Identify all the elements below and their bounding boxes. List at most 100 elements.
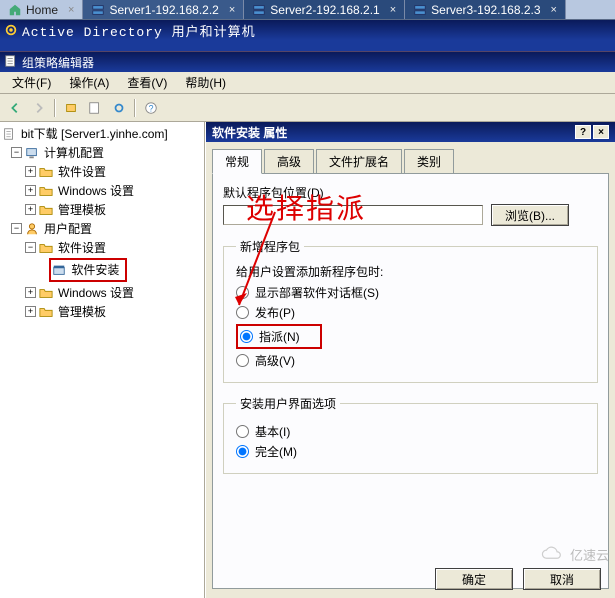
help-button[interactable]: ? — [575, 125, 591, 139]
group-ui-options: 安装用户界面选项 基本(I) 完全(M) — [223, 395, 598, 474]
menu-view[interactable]: 查看(V) — [119, 72, 175, 93]
radio-publish-row[interactable]: 发布(P) — [236, 304, 585, 321]
tree-admin-templates-2[interactable]: + 管理模板 — [2, 302, 202, 321]
help-button[interactable]: ? — [140, 97, 162, 119]
radio-advanced-row[interactable]: 高级(V) — [236, 352, 585, 369]
radio-show-dialog[interactable] — [236, 286, 249, 299]
back-button[interactable] — [4, 97, 26, 119]
close-icon[interactable]: × — [68, 4, 74, 16]
close-icon[interactable]: × — [390, 4, 396, 16]
tree-computer-config[interactable]: − 计算机配置 — [2, 143, 202, 162]
menu-file[interactable]: 文件(F) — [4, 72, 59, 93]
ad-menu-placeholder — [0, 40, 615, 52]
editor-icon — [4, 54, 18, 71]
radio-basic-row[interactable]: 基本(I) — [236, 423, 585, 440]
refresh-button[interactable] — [108, 97, 130, 119]
tab-categories[interactable]: 类别 — [404, 149, 454, 174]
tree-windows-settings-1[interactable]: + Windows 设置 — [2, 181, 202, 200]
expand-icon[interactable]: + — [25, 204, 36, 215]
dialog-body: 默认程序包位置(D) 浏览(B)... 新增程序包 给用户设置添加新程序包时: … — [212, 173, 609, 589]
default-pkg-input[interactable] — [223, 205, 483, 225]
up-button[interactable] — [60, 97, 82, 119]
radio-advanced-label: 高级(V) — [255, 352, 295, 369]
tab-server3[interactable]: Server3-192.168.2.3 × — [405, 0, 566, 19]
radio-full-row[interactable]: 完全(M) — [236, 443, 585, 460]
tree-label: 计算机配置 — [42, 144, 106, 161]
expand-icon[interactable]: + — [25, 185, 36, 196]
tab-home[interactable]: Home × — [0, 0, 83, 19]
radio-basic[interactable] — [236, 425, 249, 438]
tab-server2[interactable]: Server2-192.168.2.1 × — [244, 0, 405, 19]
tree-label: 用户配置 — [42, 220, 94, 237]
tree-admin-templates-1[interactable]: + 管理模板 — [2, 200, 202, 219]
expand-icon[interactable]: + — [25, 166, 36, 177]
server-icon — [252, 3, 266, 17]
tab-server3-label: Server3-192.168.2.3 — [431, 3, 540, 17]
new-pkg-text: 给用户设置添加新程序包时: — [236, 263, 585, 280]
radio-full[interactable] — [236, 445, 249, 458]
tree-windows-settings-2[interactable]: + Windows 设置 — [2, 283, 202, 302]
radio-assign-row[interactable]: 指派(N) — [236, 324, 585, 349]
close-button[interactable]: × — [593, 125, 609, 139]
expand-icon[interactable]: + — [25, 287, 36, 298]
dialog-title-text: 软件安装 属性 — [212, 124, 287, 141]
tree-software-settings-1[interactable]: + 软件设置 — [2, 162, 202, 181]
dialog-title-bar[interactable]: 软件安装 属性 ? × — [206, 122, 615, 142]
tree-software-install[interactable]: 软件安装 — [2, 257, 202, 283]
folder-icon — [39, 203, 53, 217]
tree-label: Windows 设置 — [56, 284, 136, 301]
radio-advanced[interactable] — [236, 354, 249, 367]
dialog-area: 软件安装 属性 ? × 常规 高级 文件扩展名 类别 默认程序包位置(D) 浏览… — [205, 122, 615, 598]
folder-icon — [39, 241, 53, 255]
group-new-package: 新增程序包 给用户设置添加新程序包时: 显示部署软件对话框(S) 发布(P) 指… — [223, 238, 598, 383]
tree: bit下载 [Server1.yinhe.com] − 计算机配置 + 软件设置… — [2, 124, 202, 321]
default-pkg-label: 默认程序包位置(D) — [223, 184, 598, 201]
radio-publish[interactable] — [236, 306, 249, 319]
properties-button[interactable] — [84, 97, 106, 119]
cloud-icon — [540, 546, 566, 564]
collapse-icon[interactable]: − — [11, 223, 22, 234]
group-new-legend: 新增程序包 — [236, 238, 304, 255]
watermark-text: 亿速云 — [570, 545, 609, 564]
collapse-icon[interactable]: − — [25, 242, 36, 253]
menu-bar: 文件(F) 操作(A) 查看(V) 帮助(H) — [0, 72, 615, 94]
forward-button[interactable] — [28, 97, 50, 119]
group-ui-legend: 安装用户界面选项 — [236, 395, 340, 412]
tree-user-config[interactable]: − 用户配置 — [2, 219, 202, 238]
computer-icon — [25, 146, 39, 160]
tree-root[interactable]: bit下载 [Server1.yinhe.com] — [2, 124, 202, 143]
policy-icon — [2, 127, 16, 141]
toolbar: ? — [0, 94, 615, 122]
radio-assign[interactable] — [240, 330, 253, 343]
radio-show-dialog-row[interactable]: 显示部署软件对话框(S) — [236, 284, 585, 301]
tab-advanced[interactable]: 高级 — [264, 149, 314, 174]
gear-icon — [4, 23, 18, 37]
tab-server1-label: Server1-192.168.2.2 — [109, 3, 218, 17]
tree-panel[interactable]: bit下载 [Server1.yinhe.com] − 计算机配置 + 软件设置… — [0, 122, 205, 598]
workspace: bit下载 [Server1.yinhe.com] − 计算机配置 + 软件设置… — [0, 122, 615, 598]
tab-server1[interactable]: Server1-192.168.2.2 × — [83, 0, 244, 19]
ok-button[interactable]: 确定 — [435, 568, 513, 590]
close-icon[interactable]: × — [551, 4, 557, 16]
toolbar-separator — [54, 99, 56, 117]
tab-general[interactable]: 常规 — [212, 149, 262, 174]
cancel-button[interactable]: 取消 — [523, 568, 601, 590]
radio-basic-label: 基本(I) — [255, 423, 290, 440]
dialog-button-row: 确定 取消 — [435, 568, 601, 590]
tab-server2-label: Server2-192.168.2.1 — [270, 3, 379, 17]
browse-button[interactable]: 浏览(B)... — [491, 204, 569, 226]
tree-label: Windows 设置 — [56, 182, 136, 199]
expand-icon[interactable]: + — [25, 306, 36, 317]
user-icon — [25, 222, 39, 236]
ad-title-bar: Active Directory 用户和计算机 — [0, 20, 615, 40]
collapse-icon[interactable]: − — [11, 147, 22, 158]
menu-help[interactable]: 帮助(H) — [177, 72, 234, 93]
close-icon[interactable]: × — [229, 4, 235, 16]
tree-label: 软件设置 — [56, 239, 108, 256]
gpo-title-text: 组策略编辑器 — [22, 54, 94, 71]
home-icon — [8, 3, 22, 17]
tree-software-settings-2[interactable]: − 软件设置 — [2, 238, 202, 257]
tree-label-selected: 软件安装 — [69, 263, 121, 277]
menu-action[interactable]: 操作(A) — [61, 72, 117, 93]
tab-file-ext[interactable]: 文件扩展名 — [316, 149, 402, 174]
